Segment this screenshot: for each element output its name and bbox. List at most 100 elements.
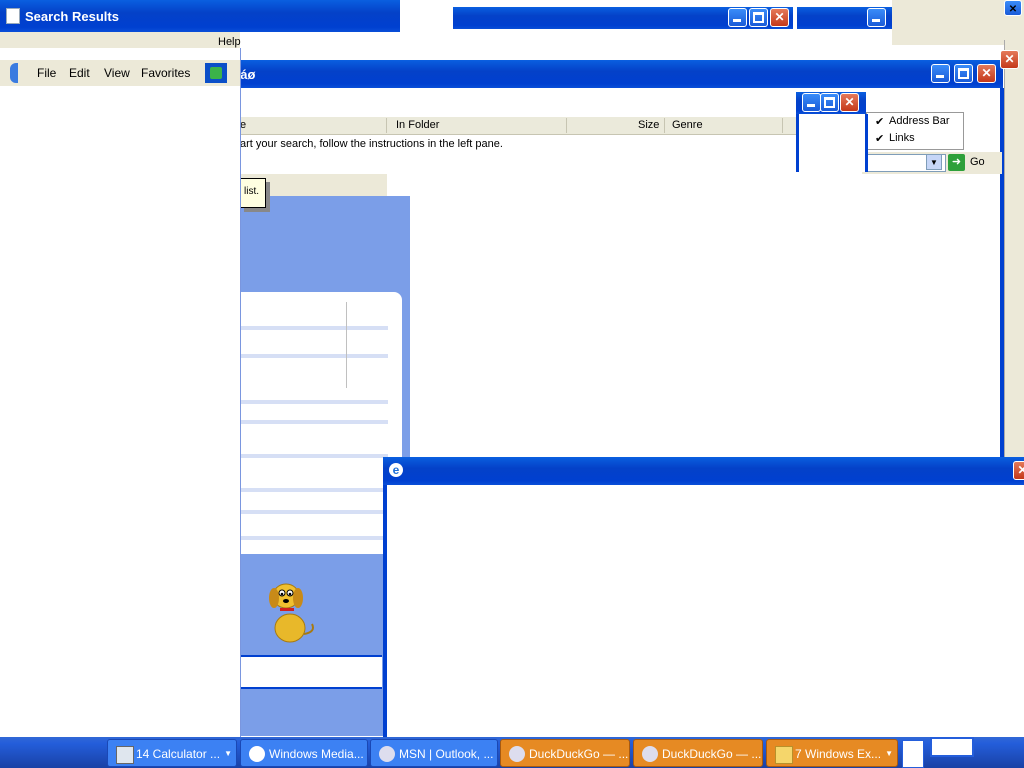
close-button[interactable]: ✕ [770,8,789,27]
menu-item-links[interactable]: Links [889,132,915,144]
close-icon: ✕ [981,66,992,80]
toolbars-context-menu: ✔ Address Bar ✔ Links [866,112,964,150]
maximize-icon [955,65,972,82]
go-button-label[interactable]: Go [970,156,985,168]
search-pane-footer [240,655,382,689]
close-icon: ✕ [1004,52,1015,66]
pane-row [240,536,388,540]
search-pane-inner [240,292,402,554]
calculator-icon [116,746,134,764]
minimize-button-4[interactable] [802,93,821,112]
minimize-icon [868,9,885,26]
menu-file[interactable]: File [37,65,56,81]
media-player-icon [249,746,265,762]
ie-content-area [410,174,1000,456]
ie-bottom-window-titlebar[interactable]: e ✕ [383,457,1024,485]
pane-row [240,420,388,424]
taskbar-button-duckduckgo-2[interactable]: DuckDuckGo — ... [633,739,763,767]
pane-row [240,454,388,458]
duck-icon [379,746,395,762]
pane-row [346,302,389,388]
close-button-3[interactable]: ✕ [1004,0,1022,16]
chevron-down-icon: ▼ [885,749,893,758]
taskbar-button-calculator[interactable]: 14 Calculator ... ▼ [107,739,237,767]
close-icon: ✕ [1008,4,1018,15]
taskbar-button-media-player[interactable]: Windows Media... [240,739,368,767]
taskbar-button-windows-explorer[interactable]: 7 Windows Ex... ▼ [766,739,898,767]
far-right-window-edge [1004,40,1024,460]
chevron-down-icon: ▼ [224,749,232,758]
minimize-button[interactable] [728,8,747,27]
taskbar-label: 14 Calculator ... [136,747,221,761]
tooltip-text: list. [244,186,259,197]
close-button-4[interactable]: ✕ [840,93,859,112]
taskbar-label: 7 Windows Ex... [795,747,882,761]
background-window-titlebar[interactable]: ✕ [453,7,793,29]
taskbar-button-duckduckgo-1[interactable]: DuckDuckGo — ... [500,739,630,767]
column-header-size[interactable]: Size [638,119,659,131]
minimize-icon [932,65,949,82]
search-assistant-dog-icon[interactable] [260,576,320,646]
search-results-titlebar[interactable]: Search Results [0,0,400,32]
folder-icon [775,746,793,764]
column-divider [386,118,387,133]
fragment-titlebar[interactable] [797,7,892,29]
duck-icon [642,746,658,762]
ie-bottom-close-button[interactable]: ✕ [1013,461,1024,480]
taskbar-fragment [902,740,924,768]
close-button-5[interactable]: ✕ [1000,50,1019,69]
menu-favorites[interactable]: Favorites [141,65,190,81]
column-divider [782,118,783,133]
left-ie-window [0,48,241,738]
maximize-icon [750,9,767,26]
check-icon: ✔ [875,116,885,128]
column-header-genre[interactable]: Genre [672,119,703,131]
ie-maximize-button[interactable] [954,64,973,83]
pane-row [240,488,388,492]
address-bar: ▼ ➜ Go [862,152,1002,174]
left-ie-back-edge [10,63,18,83]
menu-edit[interactable]: Edit [69,65,90,81]
ie-window-titlebar[interactable]: éáø ✕ [203,60,1003,88]
minimize-icon [729,9,746,26]
taskbar-button-msn[interactable]: MSN | Outlook, ... [370,739,498,767]
search-hint-text: art your search, follow the instructions… [240,138,503,150]
fragment-window-2-body [796,114,868,172]
maximize-button[interactable] [749,8,768,27]
tooltip: list. [240,178,266,208]
close-icon: ✕ [774,10,785,24]
pane-row [240,510,388,514]
ie-close-button[interactable]: ✕ [977,64,996,83]
close-icon: ✕ [844,95,855,109]
search-window-title: Search Results [25,9,119,24]
column-divider [566,118,567,133]
taskbar-label: Windows Media... [269,747,364,761]
column-header-in-folder[interactable]: In Folder [396,119,439,131]
duck-icon [509,746,525,762]
search-window-icon [6,8,20,24]
maximize-button-4[interactable] [820,93,839,112]
results-column-header-bar: e In Folder Size Genre [240,117,800,135]
taskbar-label: DuckDuckGo — ... [662,747,762,761]
taskbar-label: MSN | Outlook, ... [399,747,494,761]
search-menubar-partial: Help [0,32,241,48]
check-icon: ✔ [875,133,885,145]
go-arrow-icon[interactable]: ➜ [948,154,965,171]
left-ie-menubar: File Edit View Favorites [0,60,240,86]
ie-e-icon: e [389,463,403,477]
fragment-window-2-titlebar[interactable]: ✕ [796,92,866,114]
address-dropdown-button[interactable]: ▼ [926,154,942,170]
menu-view[interactable]: View [104,65,130,81]
minimize-icon [803,94,820,111]
close-icon: ✕ [1017,463,1024,477]
maximize-icon [821,94,838,111]
column-divider [664,118,665,133]
menu-item-address-bar[interactable]: Address Bar [889,115,950,127]
minimize-button-2[interactable] [867,8,886,27]
windows-flag-icon [205,63,227,83]
ie-bottom-window-body [383,485,1024,737]
taskbar-label: DuckDuckGo — ... [529,747,629,761]
pane-row [240,400,388,404]
taskbar-fragment-2 [930,737,974,757]
ie-minimize-button[interactable] [931,64,950,83]
